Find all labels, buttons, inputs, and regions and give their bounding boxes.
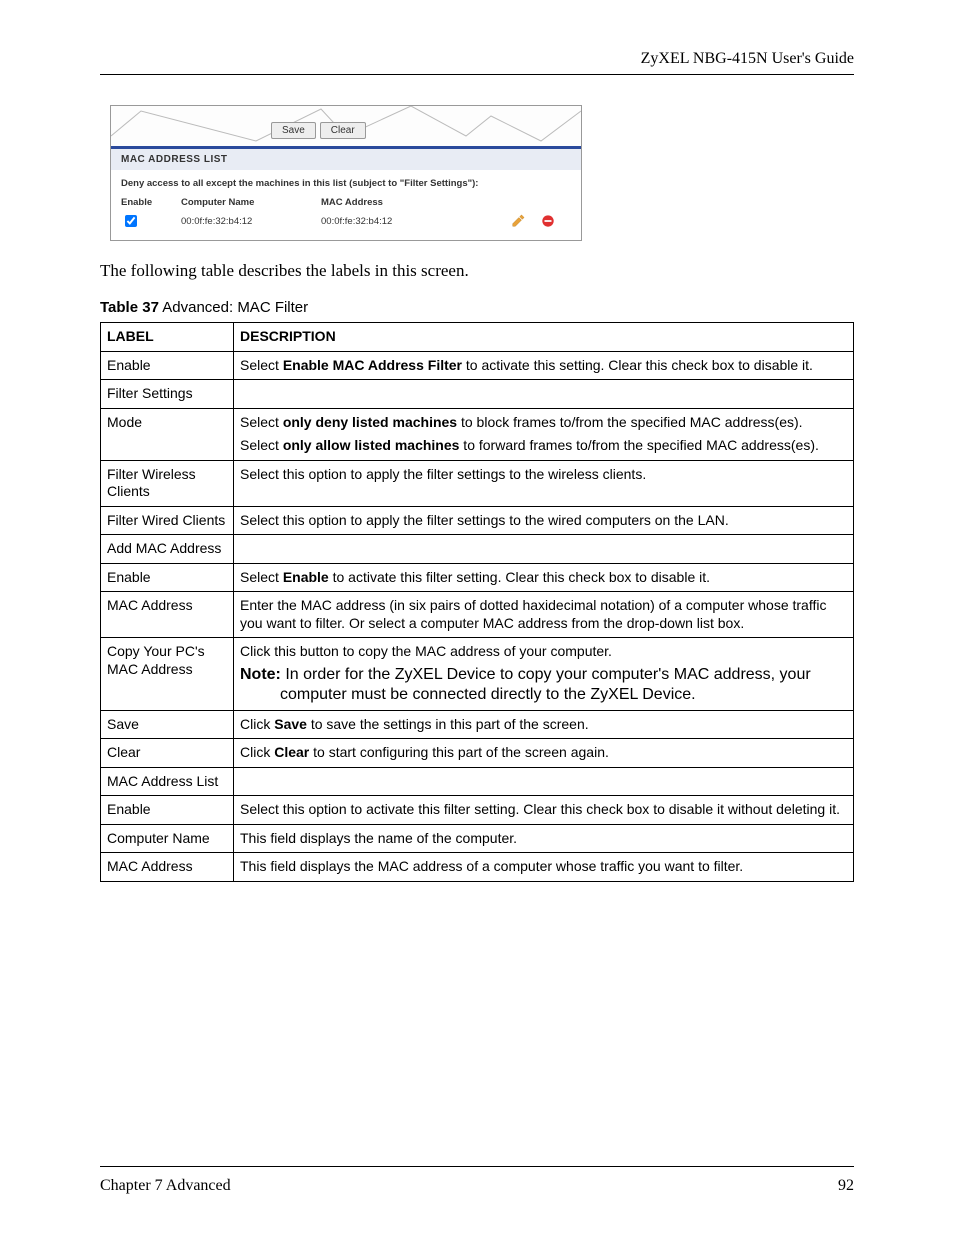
- row-name: 00:0f:fe:32:b4:12: [181, 216, 321, 227]
- footer-chapter: Chapter 7 Advanced: [100, 1177, 231, 1195]
- clear-button[interactable]: Clear: [320, 122, 366, 139]
- edit-icon[interactable]: [511, 214, 525, 228]
- table-caption: Table 37 Advanced: MAC Filter: [100, 299, 854, 316]
- col-name: Computer Name: [181, 197, 321, 208]
- save-button[interactable]: Save: [271, 122, 316, 139]
- footer-rule: [100, 1166, 854, 1167]
- mac-filter-screenshot: Save Clear MAC ADDRESS LIST Deny access …: [110, 105, 582, 241]
- col-mac: MAC Address: [321, 197, 481, 208]
- page-header: ZyXEL NBG-415N User's Guide: [100, 50, 854, 68]
- mac-list-note: Deny access to all except the machines i…: [121, 178, 571, 189]
- delete-icon[interactable]: [541, 214, 555, 228]
- col-enable: Enable: [121, 197, 181, 208]
- th-label: LABEL: [101, 323, 234, 352]
- th-desc: DESCRIPTION: [234, 323, 854, 352]
- footer-page: 92: [838, 1177, 854, 1195]
- row-mac: 00:0f:fe:32:b4:12: [321, 216, 481, 227]
- description-table: LABEL DESCRIPTION Enable Select Enable M…: [100, 322, 854, 882]
- enable-checkbox[interactable]: [125, 215, 137, 227]
- mac-list-heading: MAC ADDRESS LIST: [111, 149, 581, 170]
- lead-text: The following table describes the labels…: [100, 261, 854, 281]
- header-rule: [100, 74, 854, 75]
- table-row: 00:0f:fe:32:b4:12 00:0f:fe:32:b4:12: [121, 212, 571, 230]
